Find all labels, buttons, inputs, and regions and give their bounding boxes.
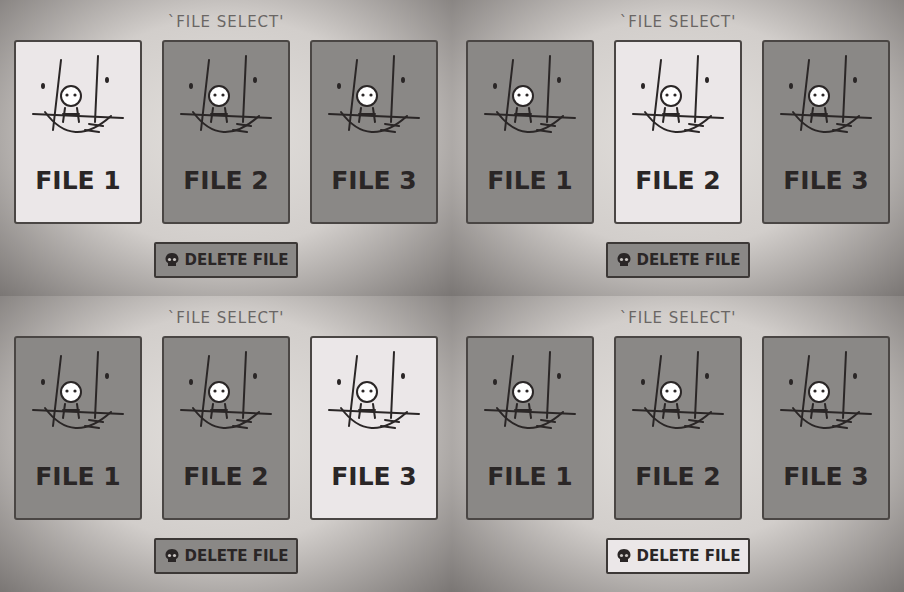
file-card[interactable]: FILE 1 (466, 336, 594, 520)
delete-label: DELETE FILE (185, 547, 289, 565)
delete-label: DELETE FILE (637, 547, 741, 565)
skull-icon (164, 252, 180, 268)
file-list: FILE 1 FILE 2 FILE 3 (14, 40, 438, 224)
file-label: FILE 1 (487, 462, 573, 491)
screen-title: `FILE SELECT' (168, 12, 285, 32)
isaac-sketch-icon (771, 52, 881, 152)
file-label: FILE 2 (183, 462, 269, 491)
file-select-screen: `FILE SELECT' FILE 1 FILE 2 FILE 3 DELETE FI… (452, 0, 904, 296)
isaac-sketch-icon (23, 52, 133, 152)
file-card[interactable]: FILE 1 (14, 40, 142, 224)
file-list: FILE 1 FILE 2 FILE 3 (14, 336, 438, 520)
file-card[interactable]: FILE 2 (162, 336, 290, 520)
file-card[interactable]: FILE 1 (14, 336, 142, 520)
file-select-screen: `FILE SELECT' FILE 1 FILE 2 FILE 3 DELETE FI… (452, 296, 904, 592)
file-card[interactable]: FILE 3 (310, 40, 438, 224)
isaac-sketch-icon (319, 52, 429, 152)
delete-file-button[interactable]: DELETE FILE (154, 538, 299, 574)
file-label: FILE 3 (331, 462, 417, 491)
isaac-sketch-icon (623, 52, 733, 152)
isaac-sketch-icon (171, 348, 281, 448)
file-card[interactable]: FILE 2 (614, 336, 742, 520)
isaac-sketch-icon (319, 348, 429, 448)
skull-icon (616, 252, 632, 268)
delete-file-button[interactable]: DELETE FILE (606, 538, 751, 574)
file-list: FILE 1 FILE 2 FILE 3 (466, 336, 890, 520)
isaac-sketch-icon (771, 348, 881, 448)
file-card[interactable]: FILE 3 (762, 336, 890, 520)
file-label: FILE 2 (635, 462, 721, 491)
file-card[interactable]: FILE 2 (162, 40, 290, 224)
file-select-screen: `FILE SELECT' FILE 1 FILE 2 FILE 3 DELETE FI… (0, 0, 452, 296)
isaac-sketch-icon (623, 348, 733, 448)
delete-label: DELETE FILE (185, 251, 289, 269)
file-card[interactable]: FILE 1 (466, 40, 594, 224)
file-card[interactable]: FILE 3 (762, 40, 890, 224)
skull-icon (616, 548, 632, 564)
file-label: FILE 1 (487, 166, 573, 195)
file-label: FILE 3 (783, 166, 869, 195)
file-select-screen: `FILE SELECT' FILE 1 FILE 2 FILE 3 DELETE FI… (0, 296, 452, 592)
screen-title: `FILE SELECT' (620, 308, 737, 328)
screen-title: `FILE SELECT' (168, 308, 285, 328)
isaac-sketch-icon (171, 52, 281, 152)
file-label: FILE 1 (35, 166, 121, 195)
file-card[interactable]: FILE 3 (310, 336, 438, 520)
isaac-sketch-icon (23, 348, 133, 448)
file-label: FILE 3 (331, 166, 417, 195)
file-list: FILE 1 FILE 2 FILE 3 (466, 40, 890, 224)
screenshot-grid: `FILE SELECT' FILE 1 FILE 2 FILE 3 DELETE FI… (0, 0, 904, 592)
delete-label: DELETE FILE (637, 251, 741, 269)
isaac-sketch-icon (475, 348, 585, 448)
skull-icon (164, 548, 180, 564)
delete-file-button[interactable]: DELETE FILE (154, 242, 299, 278)
file-label: FILE 2 (635, 166, 721, 195)
delete-file-button[interactable]: DELETE FILE (606, 242, 751, 278)
file-label: FILE 1 (35, 462, 121, 491)
file-card[interactable]: FILE 2 (614, 40, 742, 224)
file-label: FILE 3 (783, 462, 869, 491)
file-label: FILE 2 (183, 166, 269, 195)
isaac-sketch-icon (475, 52, 585, 152)
screen-title: `FILE SELECT' (620, 12, 737, 32)
